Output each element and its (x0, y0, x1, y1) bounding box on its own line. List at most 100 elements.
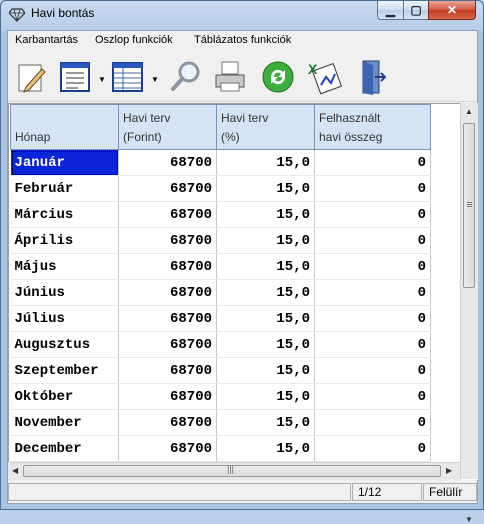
table-cell[interactable]: Január (10, 149, 119, 176)
table-row[interactable]: Február 68700 15,0 0 (10, 175, 431, 202)
toolbar: ▼ ▼ X (8, 51, 477, 102)
excel-export-icon[interactable]: X (306, 59, 342, 95)
table-cell[interactable]: 68700 (118, 227, 217, 254)
table-cell[interactable]: 0 (314, 383, 431, 410)
table-cell[interactable]: 15,0 (216, 305, 315, 332)
menu-oszlop-funkciok[interactable]: Oszlop funkciók (95, 34, 173, 46)
search-icon[interactable] (168, 59, 204, 95)
header-line-1: Havi terv (221, 111, 269, 125)
table-row[interactable]: Június 68700 15,0 0 (10, 279, 431, 306)
form-view-icon[interactable] (58, 59, 94, 95)
header-line-1: Felhasznált (319, 111, 381, 125)
app-window: Havi bontás ▁ ▢ ✕ Karbantartás Oszlop fu… (0, 0, 484, 524)
table-cell[interactable]: 0 (314, 175, 431, 202)
table-cell[interactable]: 15,0 (216, 331, 315, 358)
maximize-button[interactable]: ▢ (403, 1, 429, 20)
table-cell[interactable]: 15,0 (216, 175, 315, 202)
table-row[interactable]: Október 68700 15,0 0 (10, 383, 431, 410)
table-cell[interactable]: November (10, 409, 119, 436)
table-cell[interactable]: Szeptember (10, 357, 119, 384)
table-cell[interactable]: 15,0 (216, 149, 315, 176)
table-cell[interactable]: 68700 (118, 409, 217, 436)
horizontal-scrollbar[interactable]: ◀ ||| ▶ (8, 462, 460, 480)
table-cell[interactable]: 0 (314, 201, 431, 228)
table-row[interactable]: Április 68700 15,0 0 (10, 227, 431, 254)
table-cell[interactable]: 15,0 (216, 357, 315, 384)
table-cell[interactable]: 0 (314, 279, 431, 306)
table-cell[interactable]: 0 (314, 435, 431, 462)
table-cell[interactable]: 68700 (118, 331, 217, 358)
table-cell[interactable]: Március (10, 201, 119, 228)
table-cell[interactable]: Május (10, 253, 119, 280)
table-cell[interactable]: 15,0 (216, 201, 315, 228)
menu-tablazatos-funkciok[interactable]: Táblázatos funkciók (194, 34, 291, 46)
scroll-down-icon[interactable]: ▼ (465, 515, 473, 524)
table-cell[interactable]: 68700 (118, 201, 217, 228)
exit-door-icon[interactable] (353, 59, 389, 95)
table-cell[interactable]: 68700 (118, 149, 217, 176)
edit-mode: Felülír (423, 483, 477, 501)
print-icon[interactable] (212, 59, 248, 95)
table-cell[interactable]: 0 (314, 227, 431, 254)
table-view-icon[interactable] (110, 59, 146, 95)
table-cell[interactable]: Október (10, 383, 119, 410)
vertical-scrollbar[interactable]: ▲ ▼ (460, 103, 478, 524)
table-cell[interactable]: 15,0 (216, 383, 315, 410)
col-honap-header[interactable]: Hónap (10, 104, 119, 150)
table-cell[interactable]: Augusztus (10, 331, 119, 358)
table-cell[interactable]: 68700 (118, 253, 217, 280)
table-row[interactable]: November 68700 15,0 0 (10, 409, 431, 436)
table-row[interactable]: December 68700 15,0 0 (10, 435, 431, 462)
vertical-scroll-thumb[interactable] (463, 123, 475, 288)
table-cell[interactable]: 68700 (118, 279, 217, 306)
scroll-right-icon[interactable]: ▶ (446, 466, 452, 475)
col-felhasznalt-header[interactable]: Felhasznált havi összeg (314, 104, 431, 150)
table-cell[interactable]: 15,0 (216, 253, 315, 280)
table-cell[interactable]: 15,0 (216, 279, 315, 306)
header-line-2: havi összeg (319, 130, 383, 144)
table-cell[interactable]: 15,0 (216, 409, 315, 436)
col-havi-terv-szazalek-header[interactable]: Havi terv (%) (216, 104, 315, 150)
table-cell[interactable]: 0 (314, 149, 431, 176)
table-cell[interactable]: 68700 (118, 305, 217, 332)
minimize-button[interactable]: ▁ (377, 1, 404, 20)
table-view-dropdown-icon[interactable]: ▼ (151, 75, 159, 84)
scroll-up-icon[interactable]: ▲ (465, 107, 473, 116)
table-cell[interactable]: 68700 (118, 435, 217, 462)
horizontal-scroll-thumb[interactable]: ||| (23, 464, 441, 477)
edit-icon[interactable] (14, 59, 50, 95)
form-view-dropdown-icon[interactable]: ▼ (98, 75, 106, 84)
table-cell[interactable]: Július (10, 305, 119, 332)
table-cell[interactable]: 0 (314, 357, 431, 384)
status-message (8, 483, 351, 501)
table-row[interactable]: Március 68700 15,0 0 (10, 201, 431, 228)
table-cell[interactable]: December (10, 435, 119, 462)
table-row[interactable]: Július 68700 15,0 0 (10, 305, 431, 332)
table-cell[interactable]: Április (10, 227, 119, 254)
col-havi-terv-forint-header[interactable]: Havi terv (Forint) (118, 104, 217, 150)
table-cell[interactable]: 0 (314, 409, 431, 436)
table-cell[interactable]: Február (10, 175, 119, 202)
header-line-2: (%) (221, 130, 240, 144)
scroll-left-icon[interactable]: ◀ (12, 466, 18, 475)
table-row[interactable]: Május 68700 15,0 0 (10, 253, 431, 280)
title-bar[interactable]: Havi bontás ▁ ▢ ✕ (1, 1, 483, 27)
close-button[interactable]: ✕ (428, 1, 476, 20)
table-cell[interactable]: 0 (314, 253, 431, 280)
table-cell[interactable]: 68700 (118, 357, 217, 384)
menu-karbantartas[interactable]: Karbantartás (15, 34, 78, 46)
table-body: Január 68700 15,0 0 Február 68700 15,0 0 Március… (10, 149, 431, 462)
header-line-2: Hónap (15, 130, 51, 144)
table-cell[interactable]: 0 (314, 331, 431, 358)
table-cell[interactable]: 0 (314, 305, 431, 332)
table-cell[interactable]: 68700 (118, 175, 217, 202)
refresh-icon[interactable] (260, 59, 296, 95)
table-row[interactable]: Szeptember 68700 15,0 0 (10, 357, 431, 384)
table-cell[interactable]: 15,0 (216, 227, 315, 254)
table-row[interactable]: Január 68700 15,0 0 (10, 149, 431, 176)
table-cell[interactable]: 68700 (118, 383, 217, 410)
table-cell[interactable]: Június (10, 279, 119, 306)
menu-bar: Karbantartás Oszlop funkciók Táblázatos … (8, 31, 477, 50)
table-row[interactable]: Augusztus 68700 15,0 0 (10, 331, 431, 358)
table-cell[interactable]: 15,0 (216, 435, 315, 462)
